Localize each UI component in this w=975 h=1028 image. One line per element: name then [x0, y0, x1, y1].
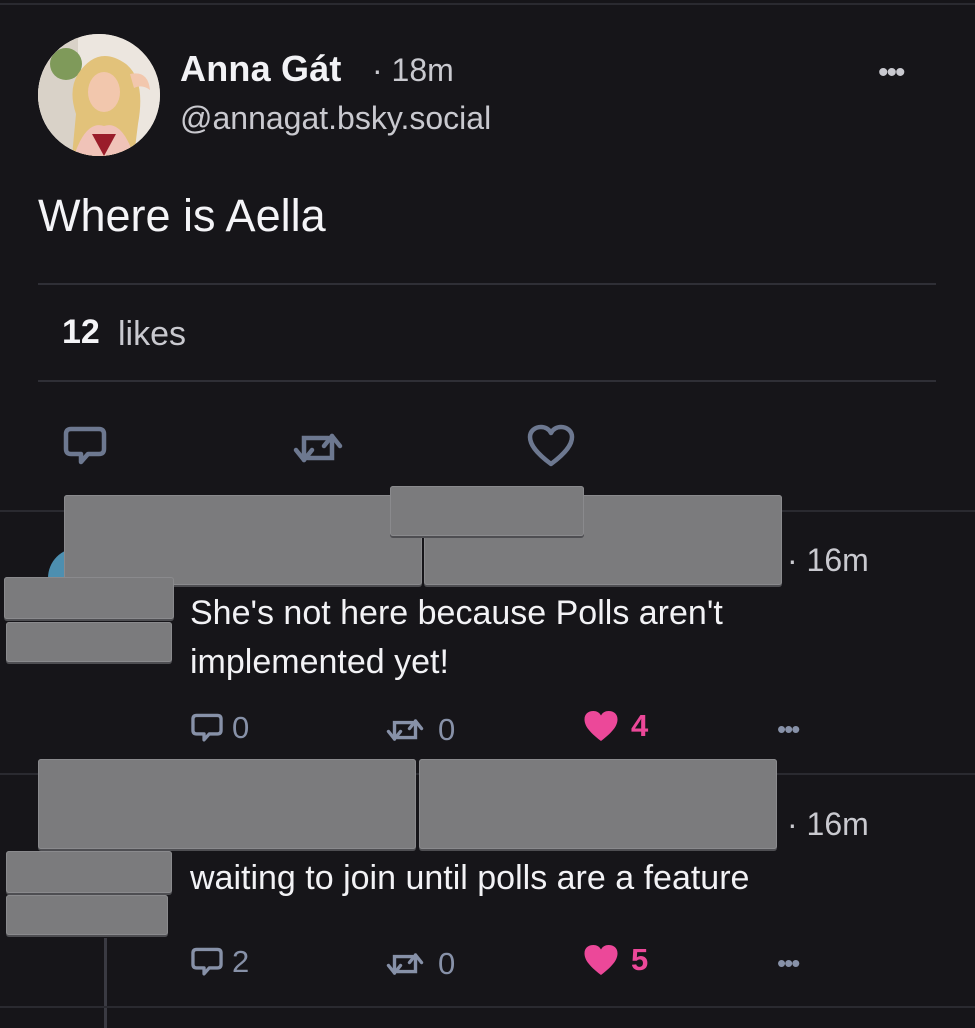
reply-2-more-options-button[interactable]: •••	[777, 948, 800, 979]
likes-count[interactable]: 12	[62, 313, 100, 352]
reply-2-avatar-redaction-bottom	[6, 895, 168, 935]
reply-2-reply-count: 2	[232, 944, 250, 979]
reply-divider-3	[0, 1006, 975, 1008]
reply-2-like-button[interactable]: 5	[583, 942, 648, 978]
reply-2-text: waiting to join until polls are a featur…	[190, 859, 750, 897]
thread-connector-line	[104, 938, 107, 1028]
reply-1-overlay-redaction	[390, 486, 584, 536]
likes-divider-top	[38, 283, 936, 285]
reply-2-reply-button[interactable]: 2	[190, 944, 249, 980]
repost-icon	[386, 953, 424, 975]
reply-1-avatar-redaction-top	[4, 577, 174, 619]
author-name[interactable]: Anna Gát	[180, 48, 342, 90]
reply-2-repost-button[interactable]: 0	[382, 946, 455, 982]
author-handle[interactable]: @annagat.bsky.social	[180, 100, 491, 137]
author-avatar[interactable]	[38, 34, 160, 156]
reply-1-text-line1: She's not here because Polls aren't	[190, 594, 723, 632]
reply-icon	[191, 713, 223, 742]
reply-1-like-count: 4	[631, 708, 649, 743]
top-divider	[0, 3, 975, 5]
reply-icon	[191, 947, 223, 976]
reply-1-repost-count: 0	[438, 712, 456, 747]
repost-action-button[interactable]	[288, 428, 348, 473]
reply-1-reply-button[interactable]: 0	[190, 710, 249, 746]
post-timestamp: · 18m	[372, 52, 454, 88]
heart-filled-icon	[584, 711, 618, 741]
post-more-options-button[interactable]: •••	[878, 56, 905, 90]
reply-2-name-redaction	[38, 759, 416, 849]
like-action-button[interactable]	[527, 424, 575, 473]
heart-filled-icon	[584, 945, 618, 975]
post-text: Where is Aella	[38, 190, 326, 241]
reply-1-like-button[interactable]: 4	[583, 708, 648, 744]
reply-2-handle-redaction	[419, 759, 777, 849]
repost-icon	[386, 719, 424, 741]
reply-1-name-redaction	[64, 495, 422, 585]
reply-1-repost-button[interactable]: 0	[382, 712, 455, 748]
likes-divider-bottom	[38, 380, 936, 382]
reply-action-button[interactable]	[62, 425, 108, 472]
reply-1-text-line2: implemented yet!	[190, 643, 449, 681]
reply-2-repost-count: 0	[438, 946, 456, 981]
reply-1-reply-count: 0	[232, 710, 250, 745]
reply-1-more-options-button[interactable]: •••	[777, 714, 800, 745]
heart-outline-icon	[527, 424, 575, 467]
likes-label[interactable]: likes	[118, 315, 186, 354]
reply-2-timestamp: · 16m	[787, 806, 869, 842]
reply-icon	[63, 426, 107, 465]
reply-2-avatar-redaction-top	[6, 851, 172, 893]
reply-1-avatar-redaction-bottom	[6, 622, 172, 662]
reply-1-timestamp: · 16m	[787, 542, 869, 578]
reply-2-like-count: 5	[631, 942, 649, 977]
repost-icon	[293, 433, 343, 463]
avatar-photo	[38, 34, 160, 156]
